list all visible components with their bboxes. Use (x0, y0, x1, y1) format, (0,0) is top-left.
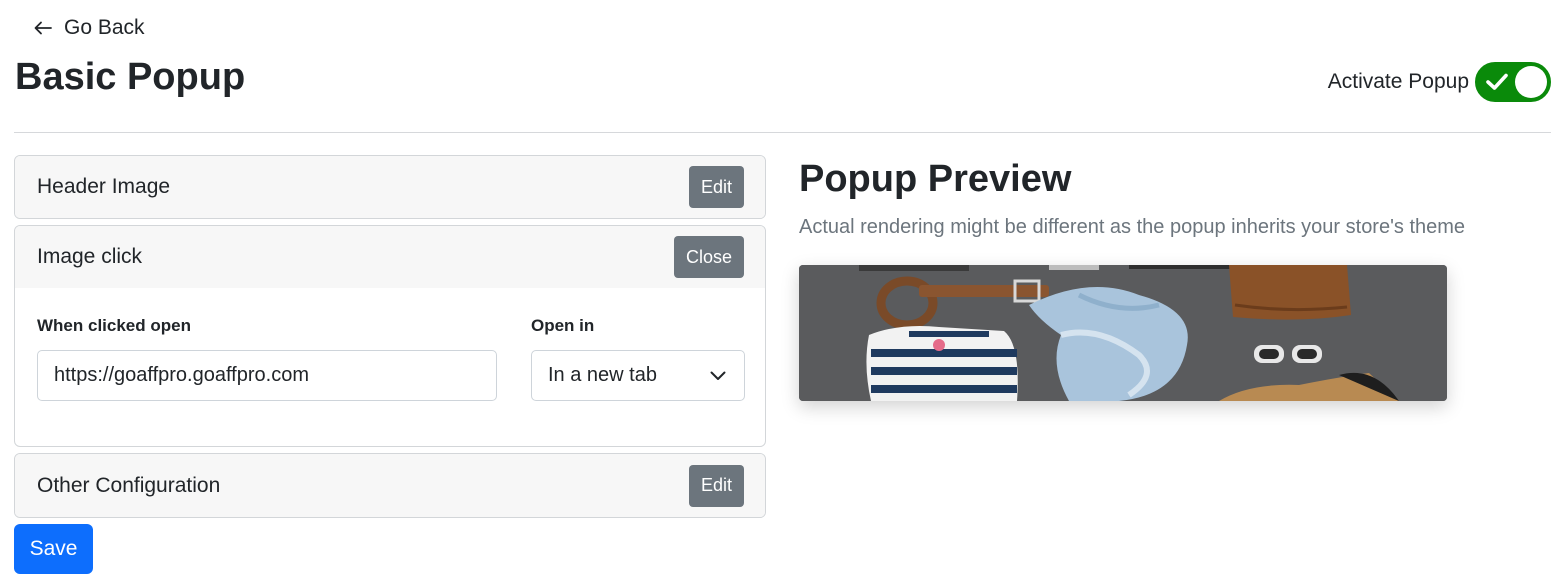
header-image-card-header: Header Image Edit (15, 156, 765, 218)
header-image-edit-button[interactable]: Edit (688, 166, 744, 208)
image-click-card-header: Image click Close (15, 226, 765, 288)
save-button[interactable]: Save (14, 524, 93, 574)
preview-subtitle: Actual rendering might be different as t… (799, 216, 1466, 238)
open-in-selected-value: In a new tab (548, 364, 657, 386)
image-click-close-button[interactable]: Close (673, 236, 744, 278)
url-field-group: When clicked open (37, 316, 497, 446)
image-click-title: Image click (37, 245, 143, 268)
header-image-card: Header Image Edit (14, 155, 766, 219)
open-in-select[interactable]: In a new tab (531, 350, 745, 401)
go-back-label: Go Back (64, 16, 145, 39)
url-input[interactable] (37, 350, 497, 401)
image-click-card-body: When clicked open Open in In a new tab (15, 288, 765, 446)
activate-popup-label: Activate Popup (1327, 70, 1469, 93)
activate-popup-control: Activate Popup (1328, 62, 1551, 102)
preview-title: Popup Preview (799, 158, 1072, 200)
popup-header-image (799, 265, 1447, 401)
when-clicked-open-label: When clicked open (37, 316, 191, 335)
image-click-card: Image click Close When clicked open Open… (14, 225, 766, 447)
activate-popup-toggle[interactable] (1475, 62, 1551, 102)
open-in-label: Open in (531, 316, 595, 335)
toggle-knob (1515, 66, 1547, 98)
open-in-field-group: Open in In a new tab (531, 316, 745, 446)
go-back-link[interactable]: Go Back (34, 16, 145, 40)
header-image-title: Header Image (37, 175, 171, 198)
other-configuration-card-header: Other Configuration Edit (15, 454, 765, 517)
other-configuration-card: Other Configuration Edit (14, 453, 766, 518)
clothing-flatlay-illustration (799, 265, 1447, 401)
arrow-left-icon (34, 21, 52, 35)
header-divider (14, 132, 1551, 133)
other-configuration-title: Other Configuration (37, 473, 221, 497)
page-title: Basic Popup (15, 56, 246, 98)
check-icon (1486, 73, 1508, 90)
chevron-down-icon (710, 371, 726, 380)
other-configuration-edit-button[interactable]: Edit (688, 464, 744, 507)
